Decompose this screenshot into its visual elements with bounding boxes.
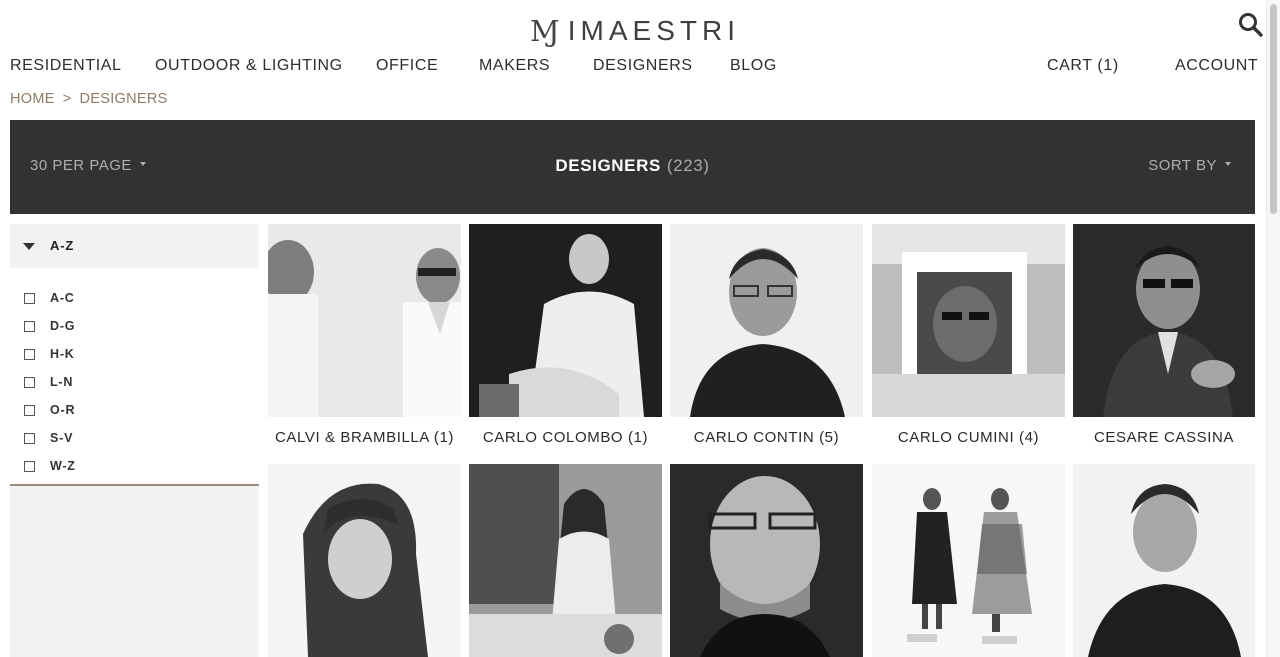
checkbox[interactable] [24,376,35,388]
designer-photo[interactable] [670,464,863,657]
site-logo[interactable]: Ɱ IMAESTRI [0,14,1270,48]
checkbox[interactable] [24,348,35,360]
checkbox[interactable] [24,404,35,416]
nav-account[interactable]: ACCOUNT [1175,57,1258,75]
nav-office[interactable]: OFFICE [376,57,438,75]
filter-option-h-k[interactable]: H-K [10,340,259,368]
designer-card[interactable]: CARLO CUMINI (4) [872,224,1065,446]
collapse-triangle-icon [23,243,35,250]
designer-card[interactable] [268,464,461,657]
checkbox[interactable] [24,432,35,444]
checkbox[interactable] [24,320,35,332]
sort-label: SORT BY [1148,157,1217,174]
designer-name[interactable]: CARLO COLOMBO (1) [469,429,662,446]
checkbox[interactable] [24,292,35,304]
filter-option-label: H-K [50,347,75,361]
designer-name[interactable]: CARLO CONTIN (5) [670,429,863,446]
filter-option-o-r[interactable]: O-R [10,396,259,424]
filter-option-label: A-C [50,291,75,305]
designer-photo[interactable] [1073,464,1255,657]
logo-text: IMAESTRI [567,15,740,46]
nav-makers[interactable]: MAKERS [479,57,550,75]
logo-mark: Ɱ [530,14,560,48]
breadcrumb-current: DESIGNERS [79,91,168,107]
caret-down-icon [1225,162,1231,167]
designer-photo[interactable] [258,224,461,417]
designer-photo[interactable] [469,224,662,417]
designer-card[interactable] [1073,464,1255,657]
designer-photo[interactable] [670,224,863,417]
listing-toolbar: 30 PER PAGE DESIGNERS (223) SORT BY [10,120,1255,214]
page-title: DESIGNERS (223) [10,156,1255,176]
filter-option-d-g[interactable]: D-G [10,312,259,340]
filter-option-w-z[interactable]: W-Z [10,452,259,480]
designer-name[interactable]: CALVI & BRAMBILLA (1) [268,429,461,446]
nav-cart[interactable]: CART (1) [1047,57,1119,75]
breadcrumb: HOME > DESIGNERS [10,91,168,107]
designer-card[interactable]: CESARE CASSINA [1073,224,1255,446]
filter-sidebar: A-Z A-C D-G H-K L-N O-R S-V W-Z [10,224,259,657]
checkbox[interactable] [24,460,35,472]
page-title-text: DESIGNERS [555,156,661,175]
designer-card[interactable] [469,464,662,657]
designer-photo[interactable] [469,464,662,657]
nav-residential[interactable]: RESIDENTIAL [10,57,122,75]
facet-title: A-Z [50,238,75,253]
filter-option-l-n[interactable]: L-N [10,368,259,396]
page-scrollbar[interactable] [1266,0,1280,657]
designer-photo[interactable] [872,224,1065,417]
designer-card[interactable] [872,464,1065,657]
filter-option-label: O-R [50,403,76,417]
nav-blog[interactable]: BLOG [730,57,777,75]
designer-card[interactable]: CARLO COLOMBO (1) [469,224,662,446]
main-nav: RESIDENTIAL OUTDOOR & LIGHTING OFFICE MA… [10,57,1258,77]
scrollbar-thumb[interactable] [1270,4,1277,214]
sort-dropdown[interactable]: SORT BY [1148,157,1231,174]
designer-photo[interactable] [1073,224,1255,417]
designer-card[interactable]: CARLO CONTIN (5) [670,224,863,446]
facet-options: A-C D-G H-K L-N O-R S-V W-Z [10,268,259,486]
breadcrumb-separator: > [62,91,72,107]
filter-option-s-v[interactable]: S-V [10,424,259,452]
result-count: (223) [666,156,710,175]
designer-name[interactable]: CESARE CASSINA [1073,429,1255,446]
nav-designers[interactable]: DESIGNERS [593,57,693,75]
designer-name[interactable]: CARLO CUMINI (4) [872,429,1065,446]
breadcrumb-home[interactable]: HOME [10,91,55,107]
nav-outdoor-lighting[interactable]: OUTDOOR & LIGHTING [155,57,343,75]
filter-option-a-c[interactable]: A-C [10,284,259,312]
designer-photo[interactable] [268,464,461,657]
facet-header-a-z[interactable]: A-Z [10,224,259,268]
filter-option-label: D-G [50,319,76,333]
filter-option-label: L-N [50,375,74,389]
filter-option-label: W-Z [50,459,76,473]
designer-photo[interactable] [872,464,1065,657]
filter-option-label: S-V [50,431,74,445]
designer-card[interactable] [670,464,863,657]
search-icon[interactable] [1238,12,1264,38]
designer-card[interactable]: CALVI & BRAMBILLA (1) [258,224,461,446]
